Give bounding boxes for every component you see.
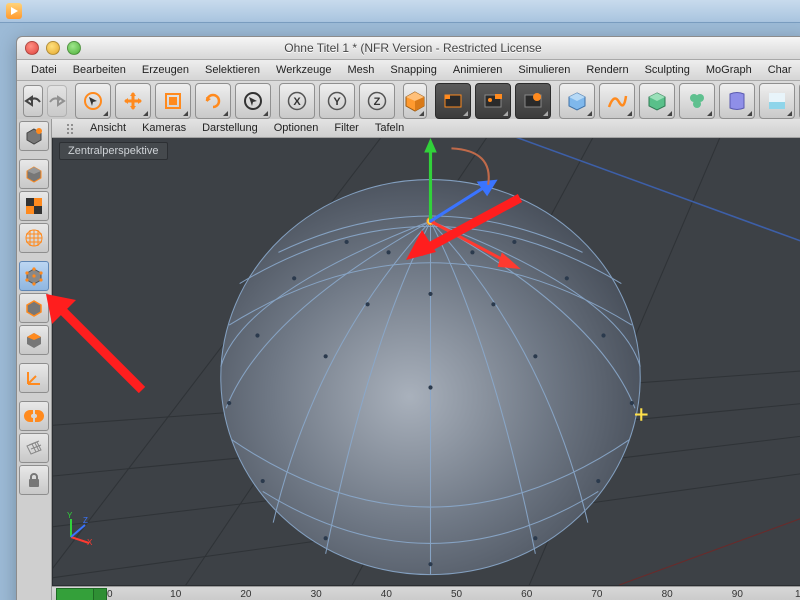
viewport-3d[interactable]: Zentralperspektive	[52, 138, 800, 586]
workplane-icon[interactable]	[19, 433, 49, 463]
play-icon	[6, 3, 22, 19]
viewmenu-filter[interactable]: Filter	[326, 120, 366, 136]
timeline-range-handle[interactable]	[93, 588, 107, 600]
tick-label: 60	[521, 589, 532, 600]
menu-animieren[interactable]: Animieren	[445, 61, 511, 79]
axis-mode-icon[interactable]	[19, 363, 49, 393]
host-titlebar	[0, 0, 800, 23]
texture-mode-icon[interactable]	[19, 191, 49, 221]
move-button[interactable]	[115, 83, 151, 119]
tick-label: 10	[170, 589, 181, 600]
scale-button[interactable]	[155, 83, 191, 119]
menu-sculpting[interactable]: Sculpting	[637, 61, 698, 79]
live-select-button[interactable]	[75, 83, 111, 119]
svg-text:X: X	[87, 538, 93, 545]
menu-character[interactable]: Char	[760, 61, 800, 79]
add-cloner-button[interactable]	[679, 83, 715, 119]
add-spline-button[interactable]	[599, 83, 635, 119]
viewmenu-ansicht[interactable]: Ansicht	[82, 120, 134, 136]
menu-simulieren[interactable]: Simulieren	[510, 61, 578, 79]
add-primitive-button[interactable]	[403, 83, 427, 119]
window-traffic-lights[interactable]	[25, 41, 81, 55]
tick-label: 90	[732, 589, 743, 600]
tick-label: 50	[451, 589, 462, 600]
edges-mode-icon[interactable]	[19, 293, 49, 323]
viewport-scene	[53, 138, 800, 585]
undo-button[interactable]	[23, 85, 43, 117]
lock-icon[interactable]	[19, 465, 49, 495]
timeline-playhead[interactable]	[56, 588, 94, 600]
tick-label: 70	[591, 589, 602, 600]
mode-palette	[17, 119, 52, 600]
menu-selektieren[interactable]: Selektieren	[197, 61, 268, 79]
viewmenu-darstellung[interactable]: Darstellung	[194, 120, 266, 136]
polygons-mode-icon[interactable]	[19, 325, 49, 355]
add-cube-button[interactable]	[559, 83, 595, 119]
add-scene-button[interactable]	[759, 83, 795, 119]
timeline-ruler[interactable]: 0 10 20 30 40 50 60 70 80 90 100	[107, 587, 800, 600]
viewport-panel: Ansicht Kameras Darstellung Optionen Fil…	[52, 119, 800, 600]
menu-mesh[interactable]: Mesh	[339, 61, 382, 79]
render-view-button[interactable]	[435, 83, 471, 119]
y-axis-button[interactable]: Y	[319, 83, 355, 119]
recent-tool-button[interactable]	[235, 83, 271, 119]
svg-text:Y: Y	[67, 511, 73, 520]
app-window: Ohne Titel 1 * (NFR Version - Restricted…	[16, 36, 800, 600]
render-picture-button[interactable]	[475, 83, 511, 119]
viewport-menu: Ansicht Kameras Darstellung Optionen Fil…	[52, 119, 800, 138]
viewmenu-tafeln[interactable]: Tafeln	[367, 120, 412, 136]
redo-button[interactable]	[47, 85, 67, 117]
magnet-icon[interactable]	[19, 401, 49, 431]
make-editable-icon[interactable]	[19, 121, 49, 151]
main-menu: Datei Bearbeiten Erzeugen Selektieren We…	[17, 60, 800, 81]
svg-text:Z: Z	[374, 96, 381, 108]
tick-label: 0	[107, 589, 113, 600]
close-icon[interactable]	[25, 41, 39, 55]
viewmenu-kameras[interactable]: Kameras	[134, 120, 194, 136]
z-axis-button[interactable]: Z	[359, 83, 395, 119]
x-axis-button[interactable]: X	[279, 83, 315, 119]
tick-label: 20	[240, 589, 251, 600]
render-settings-button[interactable]	[515, 83, 551, 119]
window-titlebar[interactable]: Ohne Titel 1 * (NFR Version - Restricted…	[17, 37, 800, 60]
svg-text:X: X	[293, 96, 301, 108]
menu-werkzeuge[interactable]: Werkzeuge	[268, 61, 339, 79]
uv-mesh-icon[interactable]	[19, 223, 49, 253]
timeline[interactable]: 0 10 20 30 40 50 60 70 80 90 100	[52, 586, 800, 600]
main-toolbar: X Y Z	[17, 81, 800, 122]
menu-bearbeiten[interactable]: Bearbeiten	[65, 61, 134, 79]
panel-grip-icon[interactable]	[58, 122, 82, 134]
svg-text:Z: Z	[83, 516, 88, 525]
menu-mograph[interactable]: MoGraph	[698, 61, 760, 79]
tick-label: 80	[662, 589, 673, 600]
add-generator-button[interactable]	[639, 83, 675, 119]
add-deformer-button[interactable]	[719, 83, 755, 119]
rotate-button[interactable]	[195, 83, 231, 119]
tick-label: 30	[311, 589, 322, 600]
zoom-icon[interactable]	[67, 41, 81, 55]
model-mode-icon[interactable]	[19, 159, 49, 189]
menu-erzeugen[interactable]: Erzeugen	[134, 61, 197, 79]
axis-gizmo-icon: Y X Z	[63, 509, 99, 545]
window-title: Ohne Titel 1 * (NFR Version - Restricted…	[17, 41, 800, 55]
menu-datei[interactable]: Datei	[23, 61, 65, 79]
minimize-icon[interactable]	[46, 41, 60, 55]
menu-rendern[interactable]: Rendern	[578, 61, 636, 79]
tick-label: 40	[381, 589, 392, 600]
svg-text:Y: Y	[333, 96, 341, 108]
viewmenu-optionen[interactable]: Optionen	[266, 120, 327, 136]
tick-label: 100	[795, 589, 800, 600]
points-mode-icon[interactable]	[19, 261, 49, 291]
menu-snapping[interactable]: Snapping	[382, 61, 445, 79]
